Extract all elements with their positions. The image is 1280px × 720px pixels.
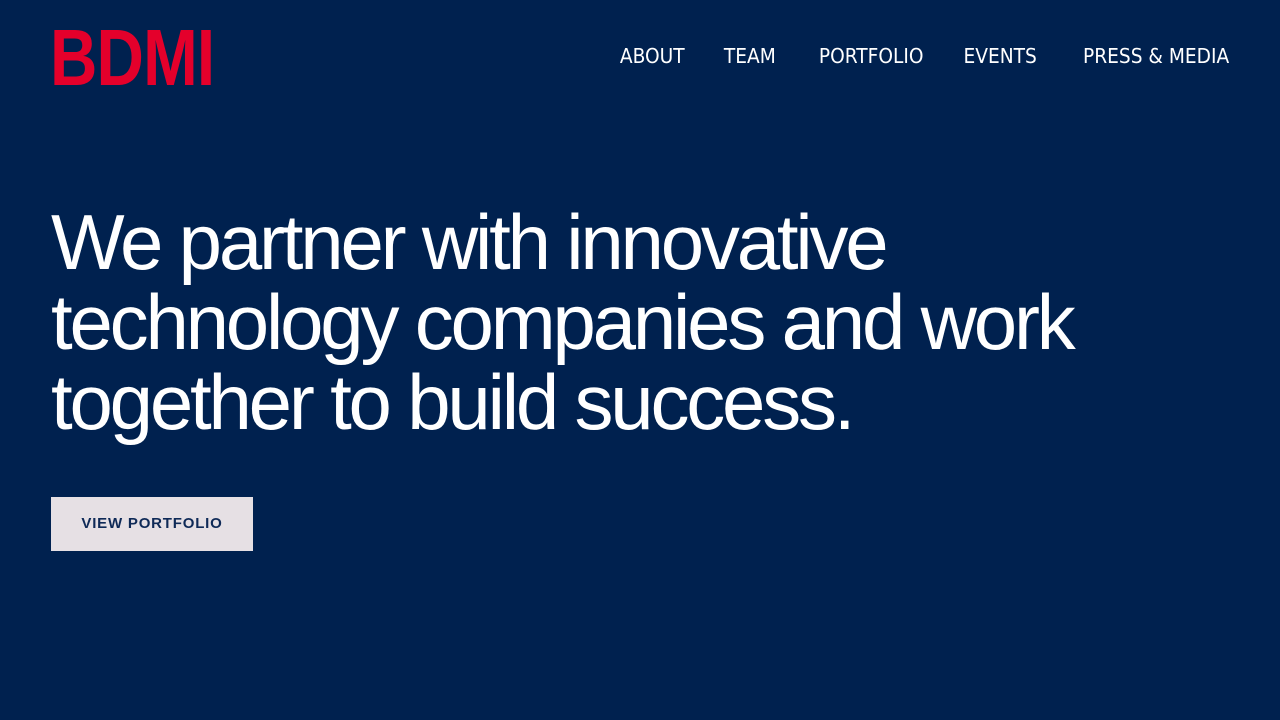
bdmi-logo[interactable]: BDMI [50, 18, 215, 98]
nav-item-press-media[interactable]: PRESS & MEDIA [1083, 42, 1229, 70]
nav-item-portfolio[interactable]: PORTFOLIO [818, 42, 923, 70]
site-header: BDMI ABOUT TEAM PORTFOLIO EVENTS PRESS &… [0, 0, 1280, 120]
main-nav: ABOUT TEAM PORTFOLIO EVENTS PRESS & MEDI… [615, 42, 1229, 70]
nav-item-team[interactable]: TEAM [724, 42, 776, 70]
nav-item-about[interactable]: ABOUT [620, 42, 685, 70]
view-portfolio-button[interactable]: VIEW PORTFOLIO [51, 497, 253, 551]
hero-headline: We partner with innovative technology co… [51, 198, 1076, 446]
nav-item-events[interactable]: EVENTS [964, 42, 1037, 70]
